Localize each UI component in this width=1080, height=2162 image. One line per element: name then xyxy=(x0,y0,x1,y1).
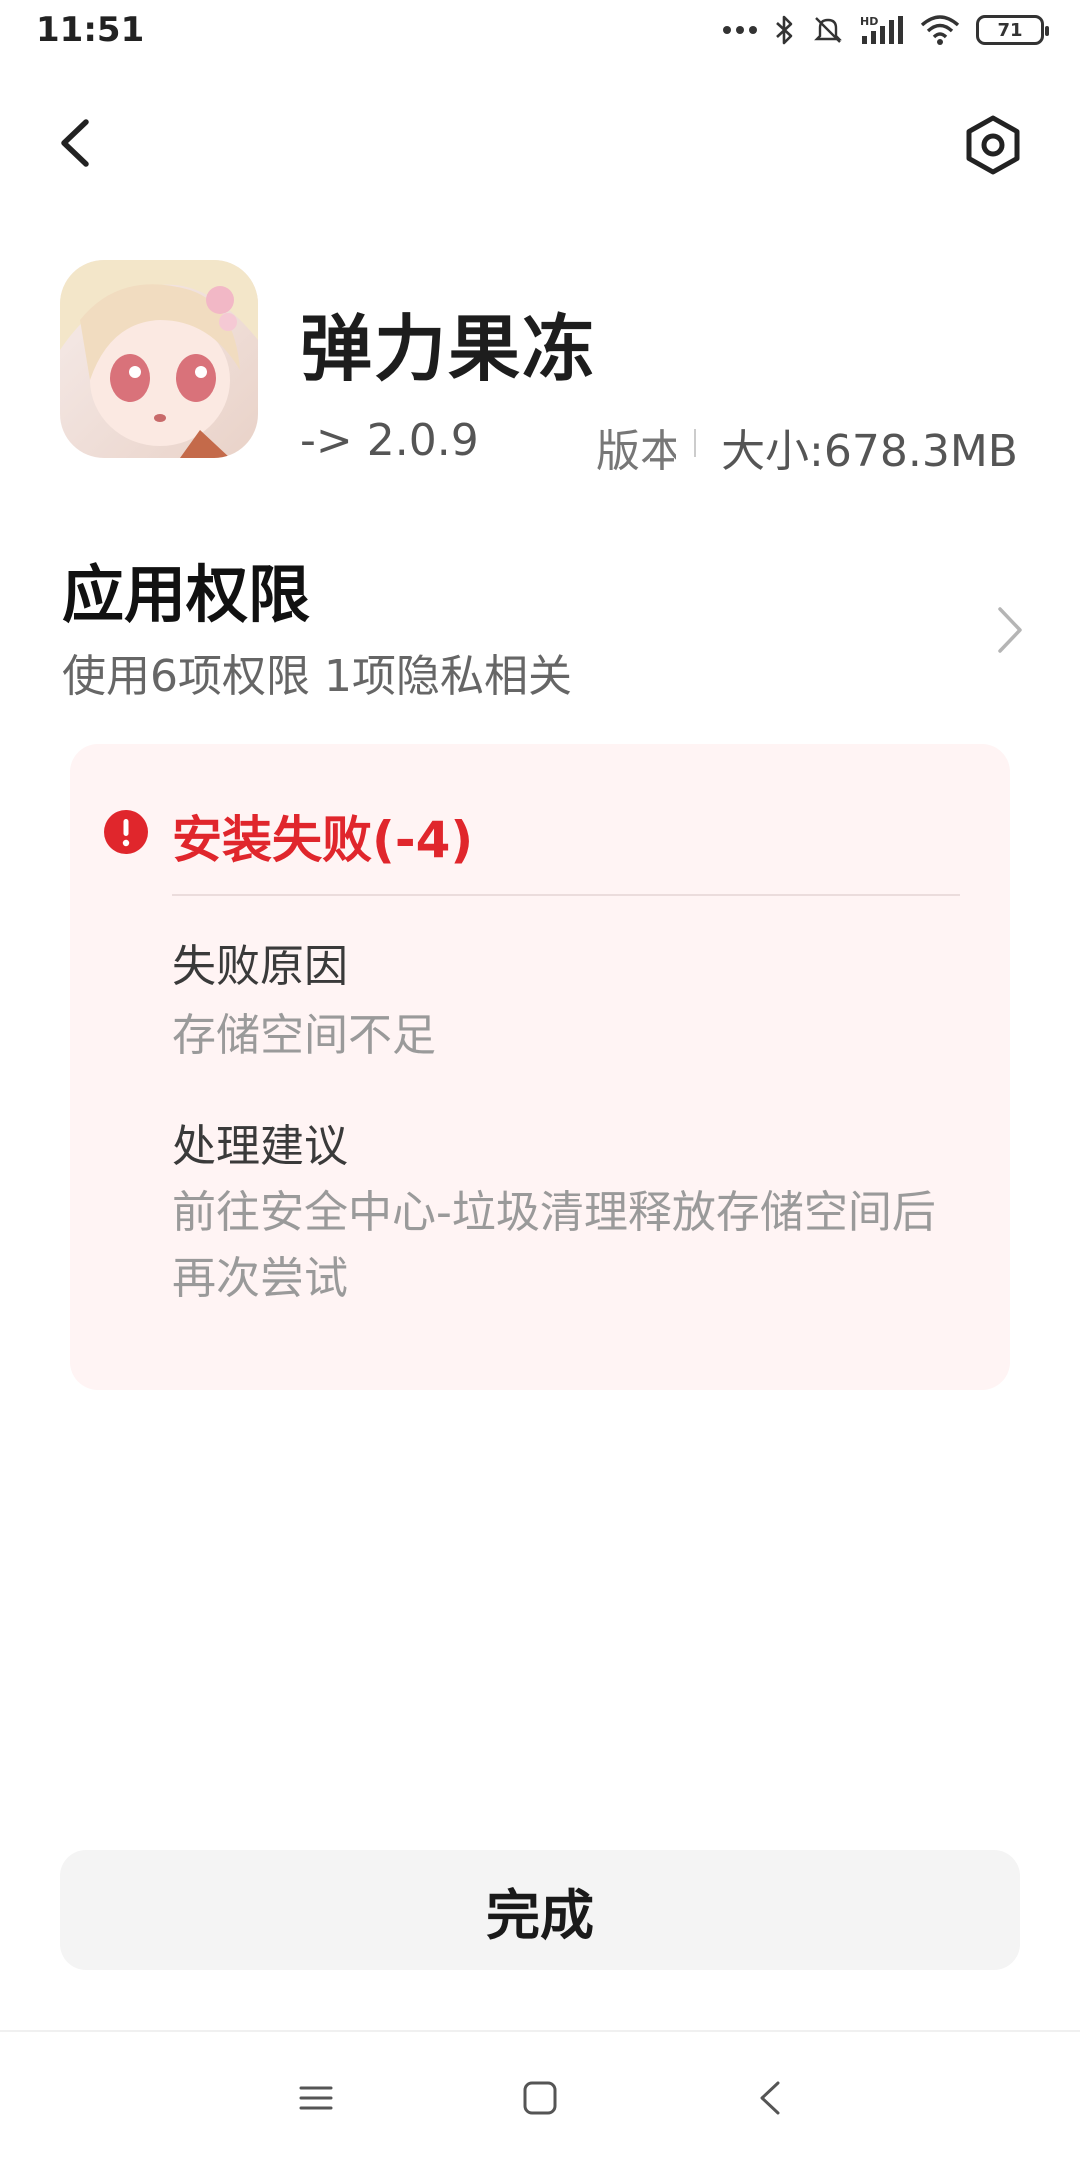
app-name: 弹力果冻 xyxy=(300,307,597,391)
wifi-icon xyxy=(920,15,960,45)
error-title: 安装失败(-4) xyxy=(172,811,474,869)
failure-reason-value: 存储空间不足 xyxy=(172,1010,436,1061)
app-permissions-row[interactable]: 应用权限 使用6项权限 1项隐私相关 xyxy=(0,540,1080,710)
app-size: 大小:678.3MB xyxy=(721,426,1018,475)
battery-icon: 71 xyxy=(976,15,1049,45)
error-icon xyxy=(104,810,148,854)
settings-button[interactable] xyxy=(960,112,1026,178)
app-meta: -> 2.0.9 版本 大小:678.3MB xyxy=(300,415,1020,475)
bluetooth-icon xyxy=(776,15,793,45)
status-icons: HD 71 xyxy=(722,14,1049,46)
hd-signal-icon: HD xyxy=(860,15,903,44)
battery-level: 71 xyxy=(997,19,1023,41)
done-button[interactable]: 完成 xyxy=(60,1850,1020,1970)
permissions-title: 应用权限 xyxy=(62,558,311,631)
version-label: 版本 xyxy=(596,426,676,475)
back-arrow-icon xyxy=(61,119,89,167)
home-icon[interactable] xyxy=(522,2080,558,2116)
mute-bell-icon xyxy=(814,17,842,43)
status-time: 11:51 xyxy=(36,10,145,50)
chevron-right-icon xyxy=(998,607,1022,653)
recent-apps-icon[interactable] xyxy=(298,2080,334,2116)
navigation-bar xyxy=(0,2030,1080,2162)
failure-reason-label: 失败原因 xyxy=(172,941,348,992)
advice-label: 处理建议 xyxy=(172,1121,348,1172)
back-button[interactable] xyxy=(48,108,108,178)
permissions-summary: 使用6项权限 1项隐私相关 xyxy=(62,651,572,702)
svg-text:HD: HD xyxy=(860,15,878,28)
advice-value: 前往安全中心-垃圾清理释放存储空间后再次尝试 xyxy=(172,1187,936,1304)
app-version: -> 2.0.9 xyxy=(300,415,479,466)
nav-back-icon[interactable] xyxy=(752,2078,788,2118)
error-divider xyxy=(172,894,960,896)
app-icon xyxy=(60,260,258,458)
settings-gear-icon xyxy=(966,115,1020,175)
meta-divider xyxy=(694,429,696,457)
more-dots-icon xyxy=(723,26,757,34)
